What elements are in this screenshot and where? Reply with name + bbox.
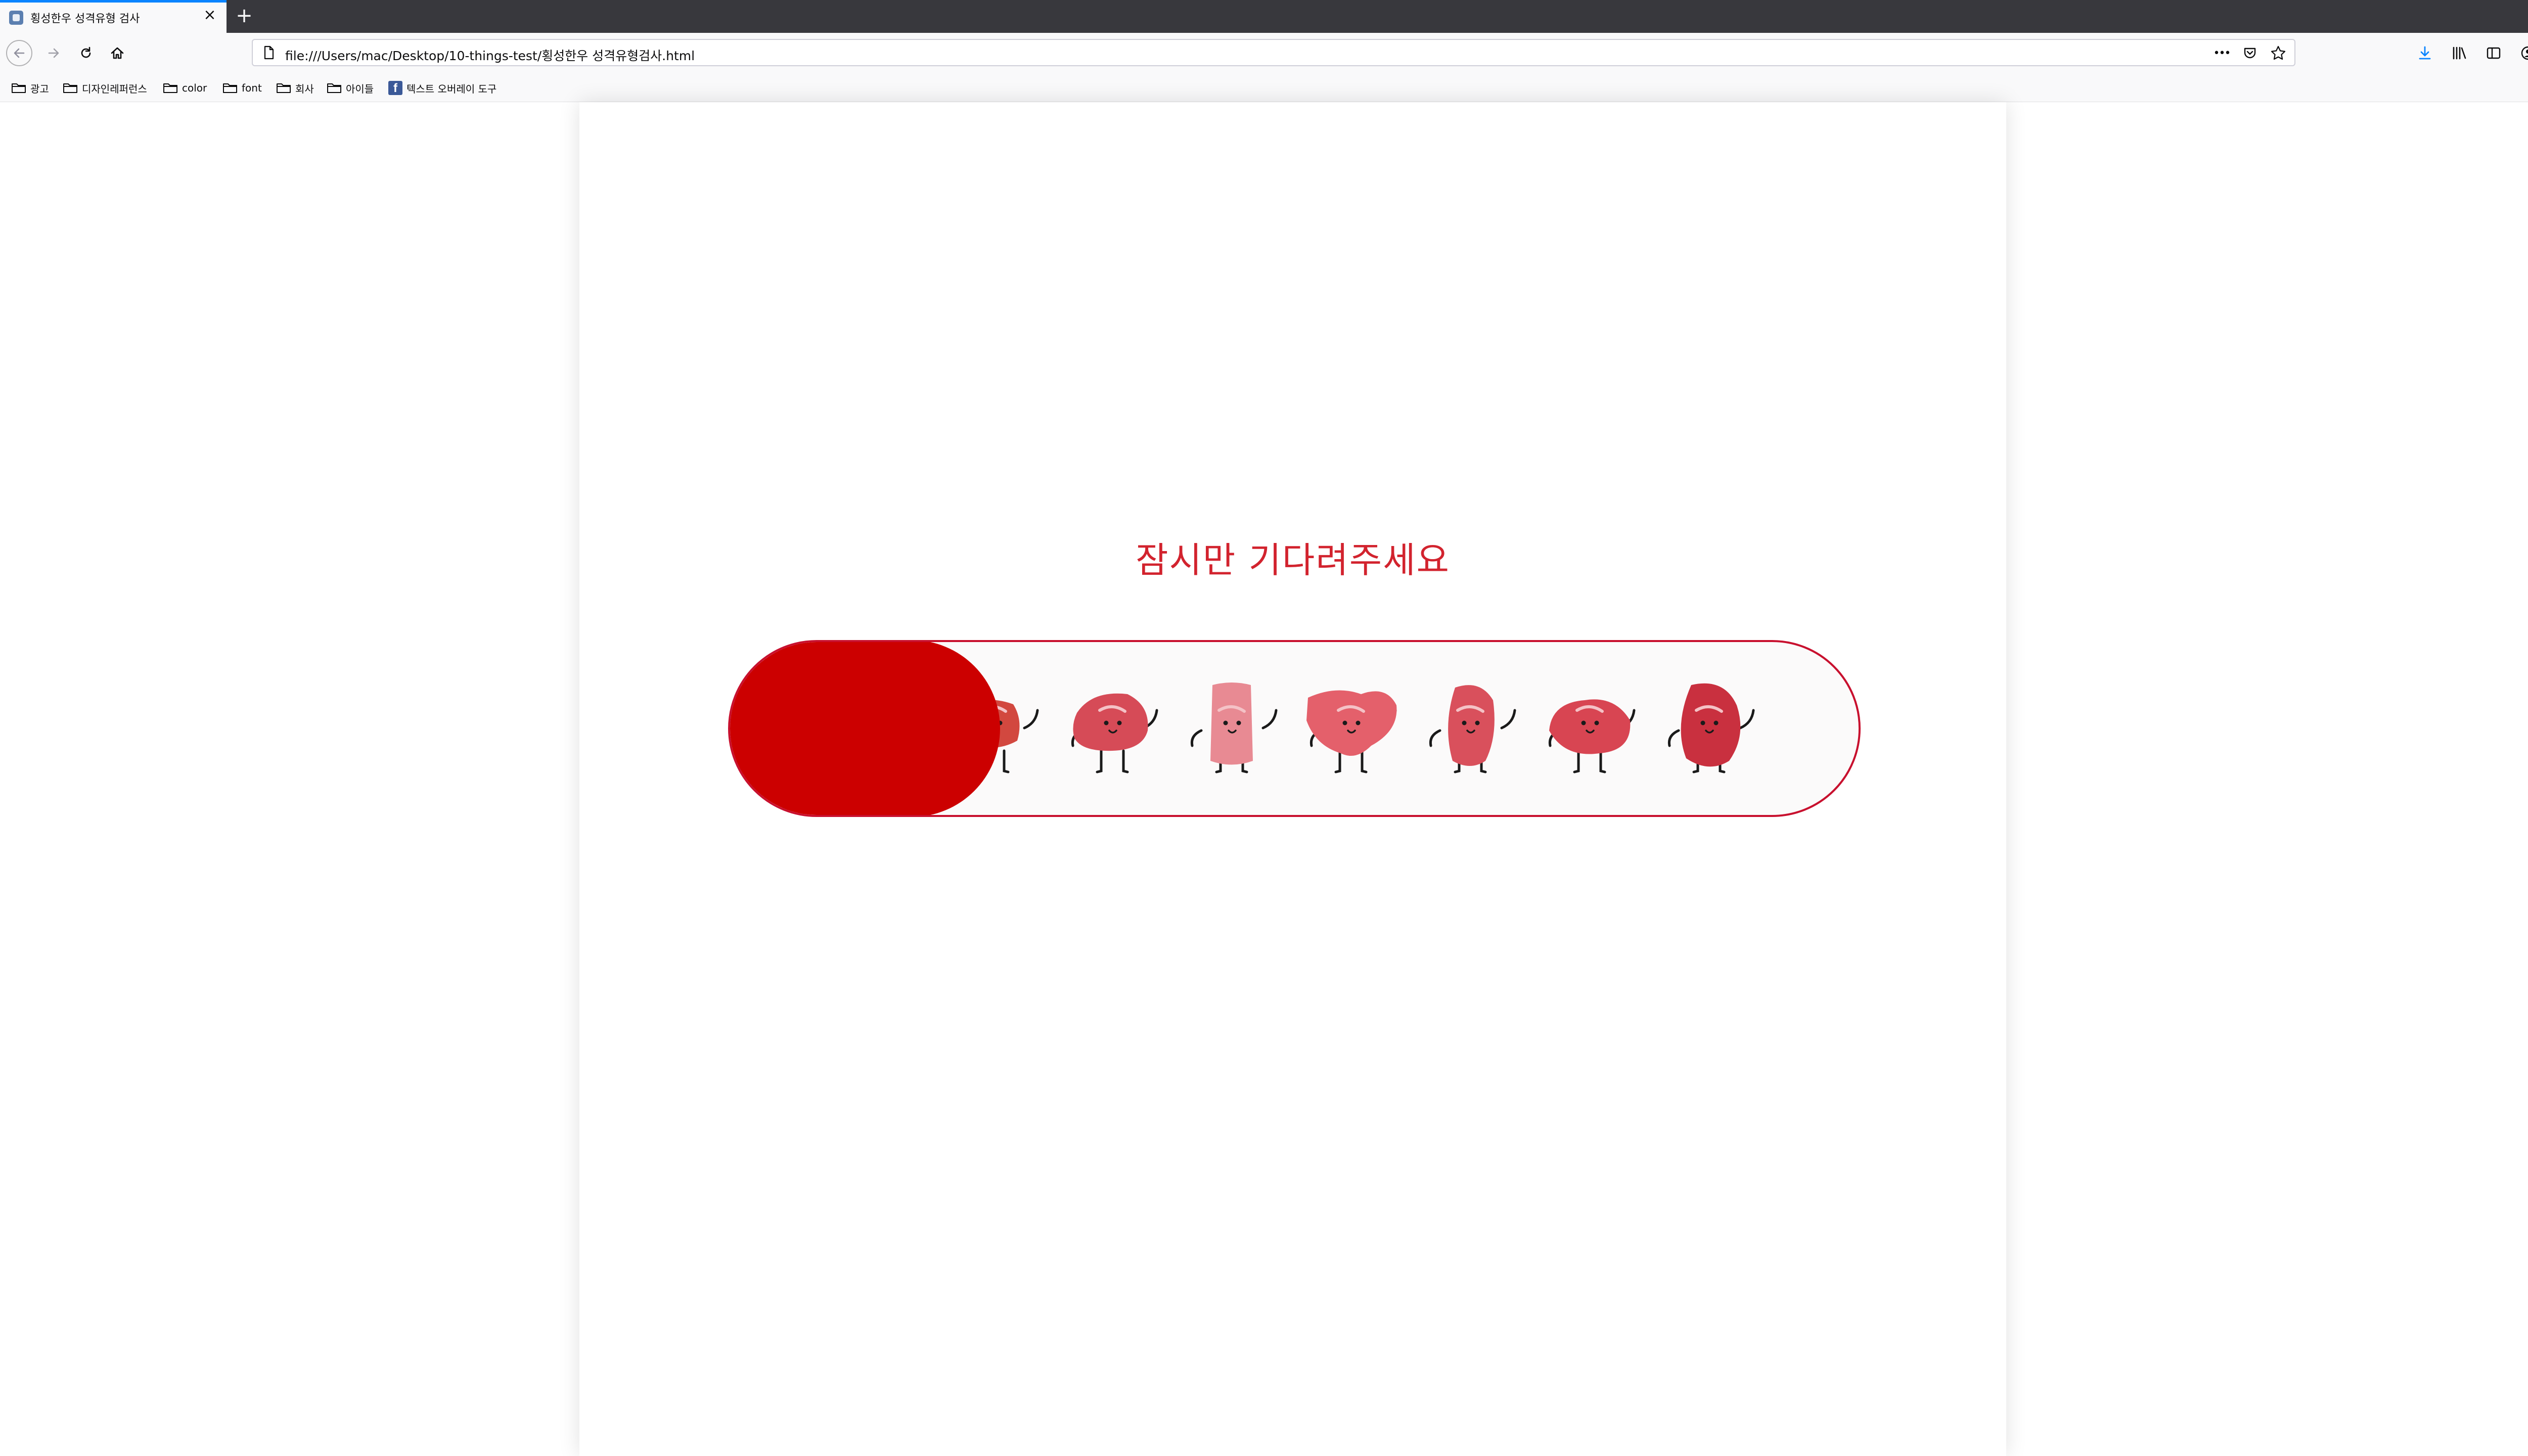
sidebar-icon[interactable] [2482, 42, 2505, 64]
tab-strip: 횡성한우 성격유형 검사 × + [0, 0, 2528, 33]
url-actions: ••• [2213, 44, 2287, 62]
arrow-left-icon [14, 48, 25, 58]
account-icon[interactable] [2517, 42, 2528, 64]
url-text[interactable]: file:///Users/mac/Desktop/10-things-test… [285, 46, 695, 64]
arrow-right-icon [48, 48, 59, 58]
forward-button[interactable] [40, 40, 67, 66]
bookmark-label: font [242, 82, 262, 94]
download-icon[interactable] [2414, 42, 2436, 64]
beef-cut-character-4 [1306, 690, 1397, 774]
tab-title: 횡성한우 성격유형 검사 [30, 13, 140, 25]
url-bar[interactable]: file:///Users/mac/Desktop/10-things-test… [252, 39, 2295, 66]
bookmark-folder-kids[interactable]: 아이들 [327, 79, 374, 97]
bookmark-folder-ads[interactable]: 광고 [11, 79, 49, 97]
folder-icon [223, 83, 237, 93]
folder-icon [163, 83, 177, 93]
beef-cut-character-2 [1071, 693, 1158, 774]
bookmark-label: 아이들 [346, 82, 374, 95]
bookmark-folder-company[interactable]: 회사 [276, 79, 314, 97]
loading-progress-fill [730, 642, 1000, 815]
bookmark-text-overlay-tool[interactable]: f 텍스트 오버레이 도구 [388, 79, 496, 97]
loading-progress-track [728, 640, 1861, 817]
new-tab-button[interactable]: + [234, 3, 255, 28]
back-button[interactable] [6, 40, 32, 66]
bookmark-label: 텍스트 오버레이 도구 [407, 82, 497, 95]
home-icon [111, 47, 124, 59]
loading-message: 잠시만 기다려주세요 [1136, 539, 1450, 581]
beef-cut-character-6 [1548, 699, 1636, 774]
bookmark-label: color [182, 82, 207, 94]
bookmark-label: 디자인레퍼런스 [82, 82, 147, 95]
folder-icon [327, 83, 341, 93]
beef-cut-character-3 [1190, 682, 1278, 774]
page-actions-icon[interactable]: ••• [2213, 44, 2231, 62]
content-card: 잠시만 기다려주세요 [579, 102, 2006, 1456]
close-tab-icon[interactable]: × [201, 7, 218, 24]
bookmark-label: 회사 [295, 82, 314, 95]
folder-icon [63, 83, 77, 93]
home-button[interactable] [104, 40, 130, 66]
bookmark-folder-font[interactable]: font [222, 79, 262, 97]
navigation-toolbar: file:///Users/mac/Desktop/10-things-test… [0, 33, 2528, 73]
reload-icon [81, 47, 91, 58]
folder-icon [12, 83, 26, 93]
pocket-icon[interactable] [2241, 44, 2259, 62]
active-tab[interactable]: 횡성한우 성격유형 검사 × [0, 0, 227, 33]
bookmark-label: 광고 [30, 82, 49, 95]
toolbar-right [2414, 40, 2528, 66]
beef-cut-character-5 [1429, 685, 1516, 774]
bookmark-folder-design-reference[interactable]: 디자인레퍼런스 [63, 79, 147, 97]
folder-icon [277, 83, 291, 93]
bookmarks-toolbar: 광고 디자인레퍼런스 color font 회사 아이들 f 텍스트 오버레이 … [0, 73, 2528, 102]
page-icon [264, 46, 274, 60]
library-icon[interactable] [2448, 42, 2470, 64]
bookmark-folder-color[interactable]: color [163, 79, 207, 97]
favicon-icon [9, 11, 23, 25]
beef-cut-character-7 [1667, 683, 1755, 774]
page-viewport: 잠시만 기다려주세요 [0, 102, 2528, 1456]
reload-button[interactable] [73, 40, 99, 66]
facebook-icon: f [388, 81, 402, 95]
bookmark-star-icon[interactable] [2269, 44, 2287, 62]
